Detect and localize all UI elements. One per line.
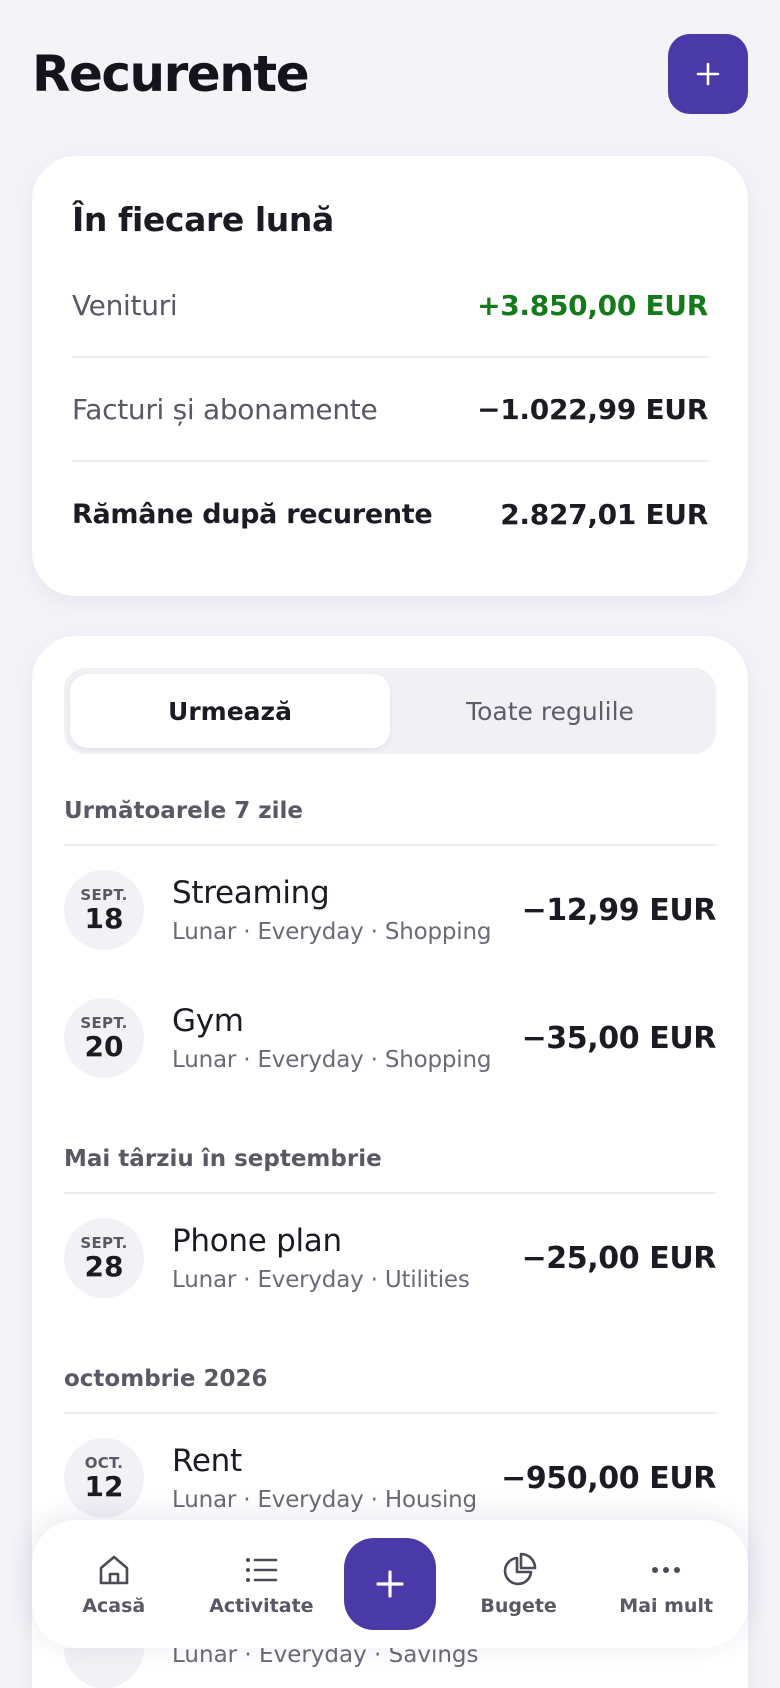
date-day: 18 [84,901,124,935]
date-badge: SEPT. 20 [64,998,144,1078]
date-badge [64,1648,144,1688]
date-badge: SEPT. 28 [64,1218,144,1298]
item-name: Streaming [172,875,330,911]
list-item[interactable]: SEPT. 28 Phone plan Lunar · Everyday · U… [64,1194,716,1322]
summary-label: Facturi și abonamente [72,392,378,426]
item-meta: Lunar · Everyday · Housing [172,1487,477,1513]
item-amount: −35,00 EUR [521,1020,717,1056]
bottom-nav: Acasă Activitate Bugete Mai mult [32,1520,748,1648]
item-meta: Lunar · Everyday · Savings [172,1648,479,1668]
monthly-summary-card: În fiecare lună Venituri +3.850,00 EUR F… [32,156,748,596]
plus-icon [376,1570,404,1598]
date-month: OCT. [84,1453,124,1472]
plus-icon [696,62,720,86]
date-badge: SEPT. 18 [64,870,144,950]
list-item[interactable]: SEPT. 20 Gym Lunar · Everyday · Shopping… [64,974,716,1102]
page-title: Recurente [32,45,310,103]
home-icon [99,1555,129,1585]
date-day: 28 [84,1249,124,1283]
item-meta: Lunar · Everyday · Utilities [172,1267,470,1293]
add-transaction-button[interactable] [343,1538,436,1630]
nav-label: Acasă [82,1595,146,1617]
date-month: SEPT. [80,1233,128,1252]
section-header: Mai târziu în septembrie [64,1102,716,1194]
page-header: Recurente [32,34,748,114]
summary-row-income: Venituri +3.850,00 EUR [72,254,708,358]
item-meta: Lunar · Everyday · Shopping [172,1047,492,1073]
item-text: Streaming Lunar · Everyday · Shopping [172,875,522,945]
item-meta: Lunar · Everyday · Shopping [172,919,492,945]
list-item-partial: Lunar · Everyday · Savings [64,1648,714,1688]
view-segmented-control: Urmează Toate regulile [64,668,716,754]
nav-label: Mai mult [619,1595,714,1617]
nav-label: Bugete [480,1595,557,1617]
nav-item-more[interactable]: Mai mult [601,1551,731,1617]
date-month: SEPT. [80,885,128,904]
pie-chart-icon [503,1552,536,1586]
date-day: 12 [84,1469,124,1503]
more-icon [652,1567,681,1573]
section-header: octombrie 2026 [64,1322,716,1414]
item-text: Gym Lunar · Everyday · Shopping [172,1003,522,1073]
tab-upcoming[interactable]: Urmează [70,674,390,748]
item-amount: −25,00 EUR [521,1240,717,1276]
date-month: SEPT. [80,1013,128,1032]
add-recurring-button[interactable] [668,34,748,114]
summary-row-remaining: Rămâne după recurente 2.827,01 EUR [72,462,708,566]
nav-item-activity[interactable]: Activitate [196,1551,326,1617]
summary-label: Venituri [72,288,178,322]
section-header: Următoarele 7 zile [64,754,716,846]
summary-value: +3.850,00 EUR [477,288,708,322]
item-name: Rent [172,1443,242,1479]
item-amount: −950,00 EUR [501,1460,716,1496]
summary-label: Rămâne după recurente [72,498,433,530]
item-amount: −12,99 EUR [521,892,717,928]
list-item[interactable]: SEPT. 18 Streaming Lunar · Everyday · Sh… [64,846,716,974]
list-icon [246,1558,278,1582]
summary-title: În fiecare lună [72,200,334,239]
date-day: 20 [84,1029,124,1063]
summary-value: 2.827,01 EUR [500,497,708,531]
nav-label: Activitate [209,1595,314,1617]
nav-item-budgets[interactable]: Bugete [454,1551,584,1617]
summary-value: −1.022,99 EUR [477,392,708,426]
tab-all-rules[interactable]: Toate regulile [390,674,710,748]
summary-row-bills: Facturi și abonamente −1.022,99 EUR [72,358,708,462]
nav-item-home[interactable]: Acasă [49,1551,179,1617]
item-name: Phone plan [172,1223,342,1259]
item-name: Gym [172,1003,244,1039]
item-text: Phone plan Lunar · Everyday · Utilities [172,1223,522,1293]
item-text: Rent Lunar · Everyday · Housing [172,1443,501,1513]
date-badge: OCT. 12 [64,1438,144,1518]
